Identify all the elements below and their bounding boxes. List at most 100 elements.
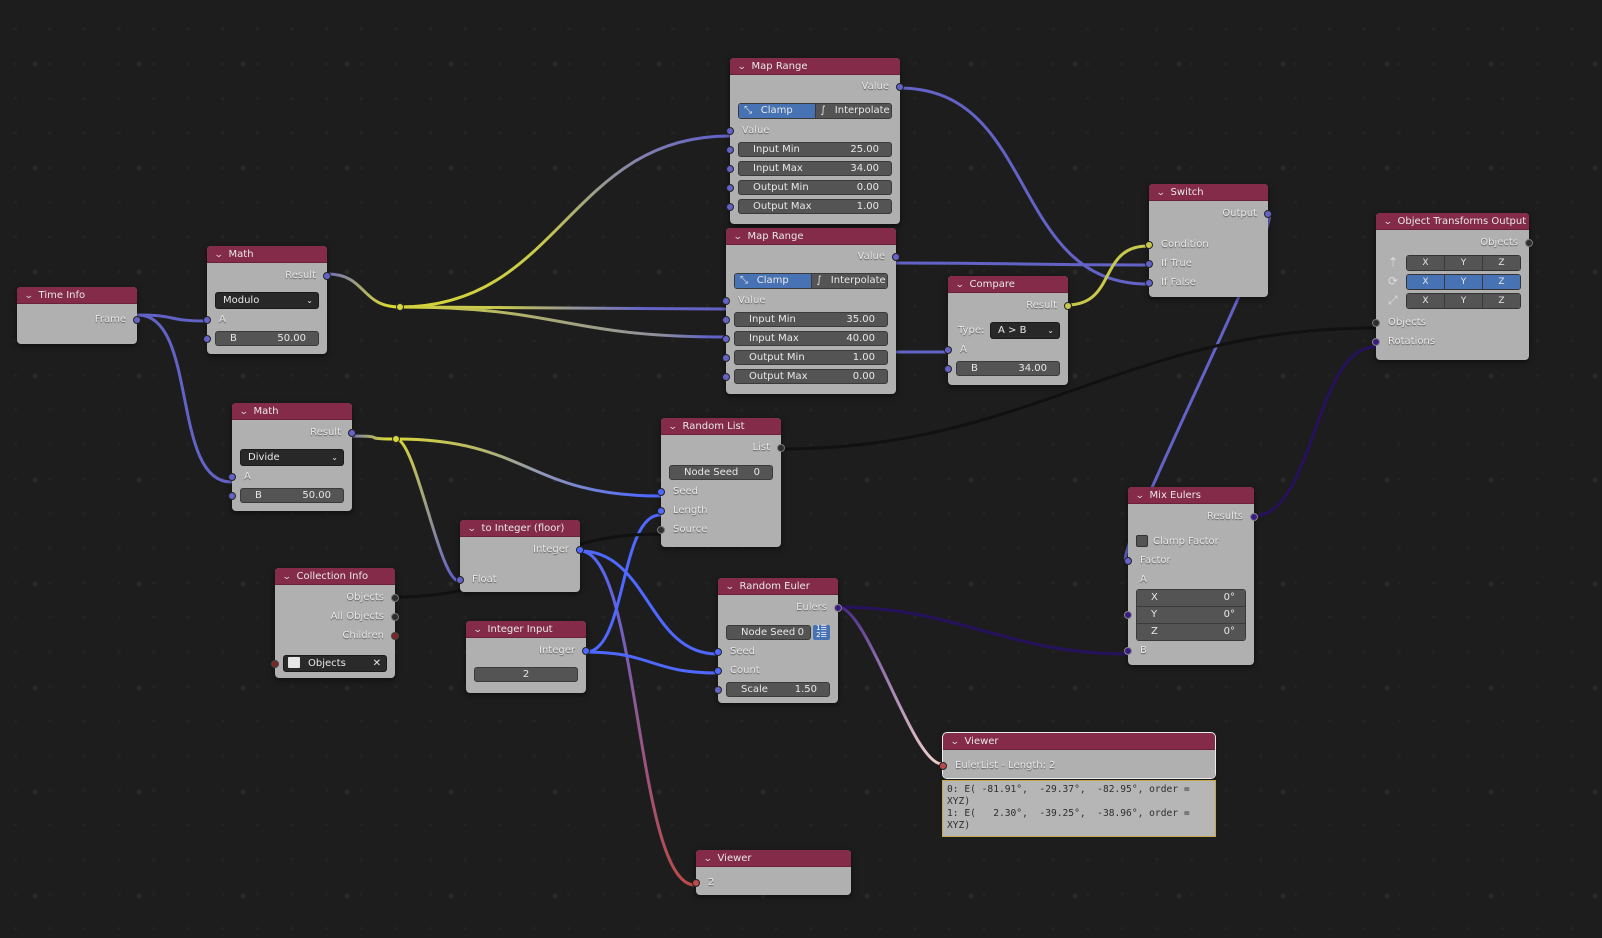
a-socket[interactable] [944,345,952,354]
interpolate-button[interactable]: ∫ Interpolate [815,104,891,118]
node-random-euler[interactable]: ⌄ Random Euler Eulers Node Seed 0 1☰ 2☰ Seed… [714,578,842,703]
node-compare[interactable]: ⌄ Compare Result Type: A > B ⌄ A B 34.00 [944,276,1072,385]
output-max-socket[interactable] [726,202,734,211]
count-socket[interactable] [714,666,722,675]
if-true-socket[interactable] [1145,259,1153,268]
collapse-chevron-icon[interactable]: ⌄ [1135,488,1145,505]
scale-z-toggle[interactable]: Z [1483,294,1520,308]
collection-selector[interactable]: Objects ✕ [283,655,387,672]
location-x-toggle[interactable]: X [1407,256,1445,270]
node-header[interactable]: ⌄ Viewer [943,733,1215,750]
node-integer-input[interactable]: ⌄ Integer Input Integer 2 [466,621,590,693]
list-order-icon[interactable]: 1☰ 2☰ [813,625,830,640]
collapse-chevron-icon[interactable]: ⌄ [733,229,743,246]
collapse-chevron-icon[interactable]: ⌄ [703,851,713,868]
a-z-field[interactable]: Z 0° [1137,624,1245,640]
node-time-info[interactable]: ⌄ Time Info Frame [17,287,141,344]
list-socket[interactable] [777,443,785,452]
node-map-range-2[interactable]: ⌄ Map Range Value ⤡ Clamp ∫ Interpolate Valu… [722,228,900,394]
node-header[interactable]: ⌄ Random List [661,418,781,435]
integer-value-field[interactable]: 2 [474,667,578,682]
node-header[interactable]: ⌄ to Integer (floor) [460,520,580,537]
data-socket[interactable] [939,761,947,770]
b-socket[interactable] [203,334,211,343]
rotation-x-toggle[interactable]: X [1407,275,1445,289]
b-value-field[interactable]: B 50.00 [240,488,344,503]
output-max-socket[interactable] [722,372,730,381]
rotation-z-toggle[interactable]: Z [1483,275,1520,289]
seed-socket[interactable] [657,487,665,496]
b-socket[interactable] [228,491,236,500]
node-header[interactable]: ⌄ Math [232,403,352,420]
objects-input-socket[interactable] [1372,318,1380,327]
node-header[interactable]: ⌄ Compare [948,276,1068,293]
scale-x-toggle[interactable]: X [1407,294,1445,308]
collapse-chevron-icon[interactable]: ⌄ [1156,185,1166,202]
node-header[interactable]: ⌄ Integer Input [466,621,586,638]
input-min-socket[interactable] [722,315,730,324]
node-object-transforms-output[interactable]: ⌄ Object Transforms Output Objects ⇡ XYZ … [1372,213,1533,360]
node-collection-info[interactable]: ⌄ Collection Info Objects All Objects Chi… [271,568,399,678]
input-min-field[interactable]: Input Min 35.00 [734,312,888,327]
location-z-toggle[interactable]: Z [1483,256,1520,270]
value-output-socket[interactable] [896,82,904,91]
node-viewer-eulers[interactable]: ⌄ Viewer EulerList - Length: 2 [939,732,1216,779]
a-y-field[interactable]: Y 0° [1137,607,1245,624]
b-socket[interactable] [1124,646,1132,655]
factor-socket[interactable] [1124,556,1132,565]
scale-field[interactable]: Scale 1.50 [726,682,830,697]
node-header[interactable]: ⌄ Viewer [696,850,851,867]
output-socket[interactable] [1264,209,1272,218]
node-to-integer[interactable]: ⌄ to Integer (floor) Integer Float [456,520,584,592]
objects-socket[interactable] [391,593,399,602]
children-socket[interactable] [391,631,399,640]
results-socket[interactable] [1250,512,1258,521]
collapse-chevron-icon[interactable]: ⌄ [955,277,965,294]
input-max-field[interactable]: Input Max 34.00 [738,161,892,176]
a-socket[interactable] [228,472,236,481]
node-seed-field[interactable]: Node Seed 0 [726,625,811,640]
result-socket[interactable] [348,428,356,437]
output-min-field[interactable]: Output Min 1.00 [734,350,888,365]
clamp-button[interactable]: ⤡ Clamp [739,104,816,118]
a-socket[interactable] [203,315,211,324]
input-max-field[interactable]: Input Max 40.00 [734,331,888,346]
data-socket[interactable] [692,878,700,887]
node-header[interactable]: ⌄ Switch [1149,184,1268,201]
collapse-chevron-icon[interactable]: ⌄ [725,579,735,596]
rotation-y-toggle[interactable]: Y [1445,275,1483,289]
node-switch[interactable]: ⌄ Switch Output Condition If True If Fals… [1145,184,1272,297]
node-header[interactable]: ⌄ Math [207,246,327,263]
collapse-chevron-icon[interactable]: ⌄ [282,569,292,586]
collapse-chevron-icon[interactable]: ⌄ [1383,214,1393,231]
integer-socket[interactable] [576,545,584,554]
node-header[interactable]: ⌄ Object Transforms Output [1376,213,1529,230]
node-map-range-1[interactable]: ⌄ Map Range Value ⤡ Clamp ∫ Interpolate Valu… [726,58,904,224]
input-max-socket[interactable] [722,334,730,343]
node-random-list[interactable]: ⌄ Random List List Node Seed 0 Seed Length… [657,418,785,547]
input-min-socket[interactable] [726,145,734,154]
collapse-chevron-icon[interactable]: ⌄ [737,59,747,76]
integer-socket[interactable] [582,646,590,655]
if-false-socket[interactable] [1145,278,1153,287]
collapse-chevron-icon[interactable]: ⌄ [950,734,960,751]
b-value-field[interactable]: B 34.00 [956,361,1060,376]
source-socket[interactable] [657,525,665,534]
node-mix-eulers[interactable]: ⌄ Mix Eulers Results Clamp Factor Factor … [1124,487,1258,665]
scale-y-toggle[interactable]: Y [1445,294,1483,308]
operation-dropdown[interactable]: Modulo ⌄ [215,292,319,309]
output-max-field[interactable]: Output Max 0.00 [734,369,888,384]
interpolate-button[interactable]: ∫ Interpolate [811,274,887,288]
clamp-factor-checkbox[interactable] [1136,535,1148,547]
collapse-chevron-icon[interactable]: ⌄ [24,288,34,305]
eulers-socket[interactable] [834,603,842,612]
b-value-field[interactable]: B 50.00 [215,331,319,346]
clamp-button[interactable]: ⤡ Clamp [735,274,812,288]
output-max-field[interactable]: Output Max 1.00 [738,199,892,214]
node-header[interactable]: ⌄ Random Euler [718,578,838,595]
result-socket[interactable] [1064,301,1072,310]
node-header[interactable]: ⌄ Collection Info [275,568,395,585]
operation-dropdown[interactable]: Divide ⌄ [240,449,344,466]
all-objects-socket[interactable] [391,612,399,621]
a-socket[interactable] [1124,611,1132,619]
